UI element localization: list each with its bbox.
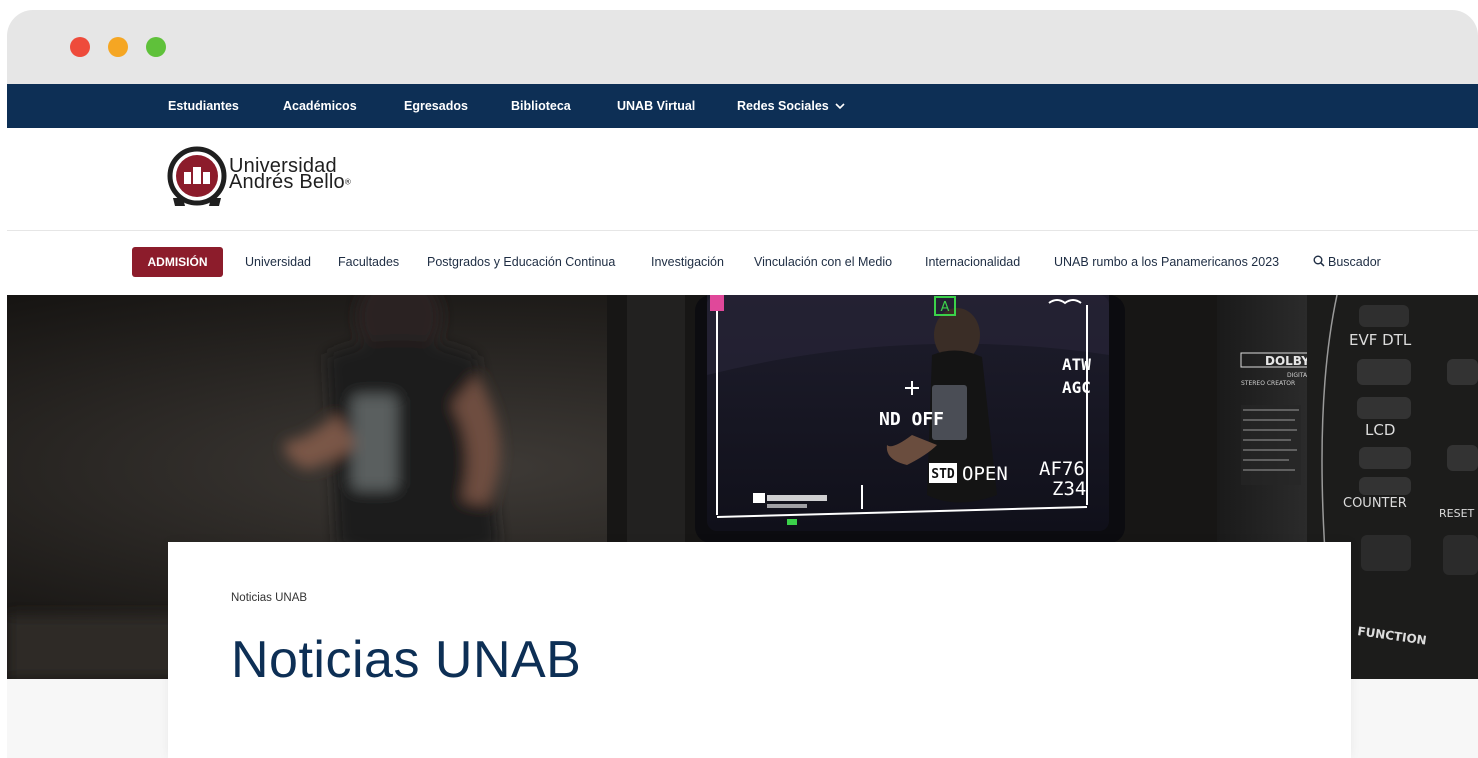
viewfinder-badge: A xyxy=(941,300,950,315)
page-title: Noticias UNAB xyxy=(231,631,582,689)
page-header-card: Noticias UNAB Noticias UNAB xyxy=(168,542,1351,758)
browser-window: Estudiantes Académicos Egresados Bibliot… xyxy=(7,10,1478,758)
maximize-window-button[interactable] xyxy=(146,37,166,57)
viewfinder-std: STD xyxy=(931,467,955,482)
top-nav-academicos[interactable]: Académicos xyxy=(283,84,357,128)
redes-sociales-label: Redes Sociales xyxy=(737,99,829,113)
unab-logo-icon[interactable] xyxy=(167,146,227,210)
top-nav-biblioteca[interactable]: Biblioteca xyxy=(511,84,571,128)
viewfinder-atw: ATW xyxy=(1062,355,1091,374)
evf-dtl-label: EVF DTL xyxy=(1349,331,1412,349)
dolby-label: DOLBY xyxy=(1265,354,1310,368)
minimize-window-button[interactable] xyxy=(108,37,128,57)
main-nav: ADMISIÓN Universidad Facultades Postgrad… xyxy=(7,231,1478,295)
top-nav-redes-sociales[interactable]: Redes Sociales xyxy=(737,84,845,128)
search-button[interactable]: Buscador xyxy=(1313,247,1381,277)
viewfinder-agc: AGC xyxy=(1062,378,1091,397)
search-icon xyxy=(1313,255,1325,267)
top-nav-egresados[interactable]: Egresados xyxy=(404,84,468,128)
registered-mark: ® xyxy=(344,177,351,187)
logo-line-2: Andrés Bello xyxy=(229,171,345,193)
viewfinder-open: OPEN xyxy=(962,463,1008,485)
window-titlebar xyxy=(7,10,1478,84)
close-window-button[interactable] xyxy=(70,37,90,57)
counter-label: COUNTER xyxy=(1343,496,1407,511)
search-label: Buscador xyxy=(1328,255,1381,269)
site-header: Universidad Andrés Bello® xyxy=(7,128,1478,231)
dolby-stereo: STEREO CREATOR xyxy=(1241,380,1295,387)
breadcrumb[interactable]: Noticias UNAB xyxy=(231,592,307,604)
top-utility-nav: Estudiantes Académicos Egresados Bibliot… xyxy=(7,84,1478,128)
top-nav-estudiantes[interactable]: Estudiantes xyxy=(168,84,239,128)
nav-vinculacion[interactable]: Vinculación con el Medio xyxy=(754,247,892,277)
nav-panamericanos[interactable]: UNAB rumbo a los Panamericanos 2023 xyxy=(1054,247,1279,277)
top-nav-unab-virtual[interactable]: UNAB Virtual xyxy=(617,84,695,128)
university-name[interactable]: Universidad Andrés Bello® xyxy=(229,156,351,193)
nav-universidad[interactable]: Universidad xyxy=(245,247,311,277)
viewfinder-af: AF76 xyxy=(1039,458,1085,480)
nav-investigacion[interactable]: Investigación xyxy=(651,247,724,277)
chevron-down-icon xyxy=(835,103,845,110)
admision-button[interactable]: ADMISIÓN xyxy=(132,247,223,277)
camera-viewfinder: A ND OFF ATW AGC STD OPEN AF76 Z34 xyxy=(695,295,1125,543)
viewfinder-nd-off: ND OFF xyxy=(879,409,944,430)
viewfinder-zoom: Z34 xyxy=(1052,478,1086,500)
nav-internacionalidad[interactable]: Internacionalidad xyxy=(925,247,1020,277)
reset-label: RESET xyxy=(1439,507,1475,520)
lcd-label: LCD xyxy=(1365,421,1395,439)
nav-facultades[interactable]: Facultades xyxy=(338,247,399,277)
nav-postgrados[interactable]: Postgrados y Educación Continua xyxy=(427,247,615,277)
